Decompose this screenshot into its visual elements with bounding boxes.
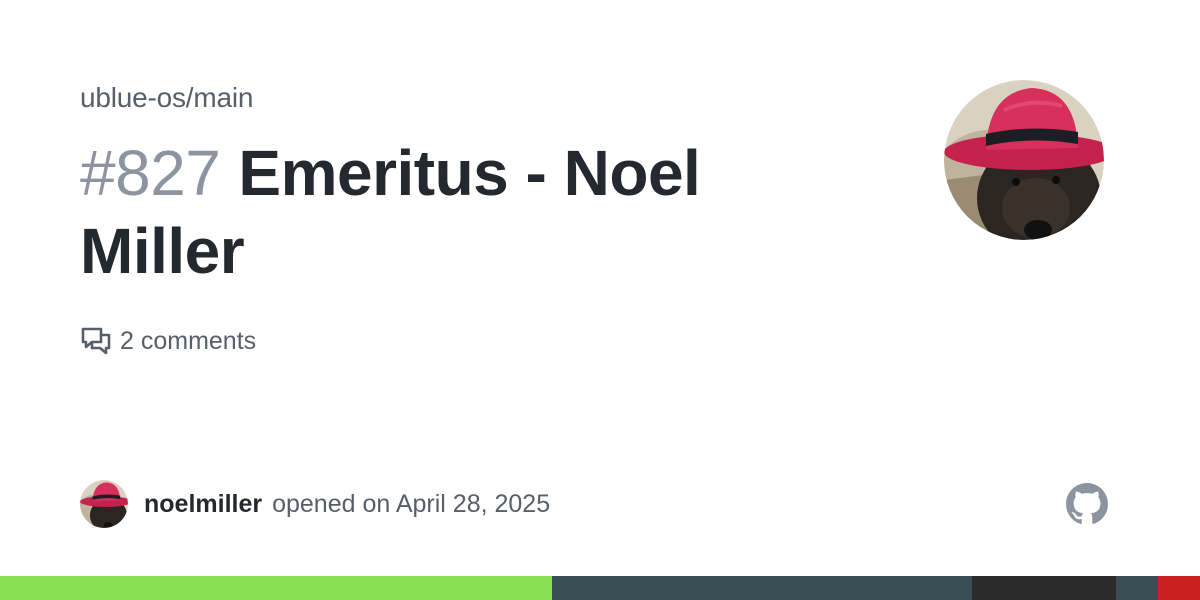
- issue-number: #827: [80, 137, 221, 209]
- author-avatar-small[interactable]: [80, 480, 128, 528]
- comments-label: 2 comments: [120, 326, 257, 355]
- language-bar-segment: [1116, 576, 1158, 600]
- comment-discussion-icon: [80, 325, 112, 357]
- author-username[interactable]: noelmiller: [144, 490, 262, 518]
- language-bar-segment: [972, 576, 1116, 600]
- language-bar-segment: [552, 576, 972, 600]
- opened-date: opened on April 28, 2025: [272, 489, 551, 518]
- author-avatar-large: [944, 80, 1104, 240]
- language-bar-segment: [0, 576, 552, 600]
- github-icon: [1066, 483, 1108, 525]
- issue-opened-info: noelmiller opened on April 28, 2025: [144, 490, 550, 519]
- repository-name[interactable]: ublue-os/main: [80, 82, 253, 114]
- issue-meta: noelmiller opened on April 28, 2025: [80, 480, 550, 528]
- issue-title-heading: #827 Emeritus - Noel Miller: [80, 134, 880, 290]
- comments-count[interactable]: 2 comments: [80, 324, 256, 358]
- language-bar-segment: [1158, 576, 1200, 600]
